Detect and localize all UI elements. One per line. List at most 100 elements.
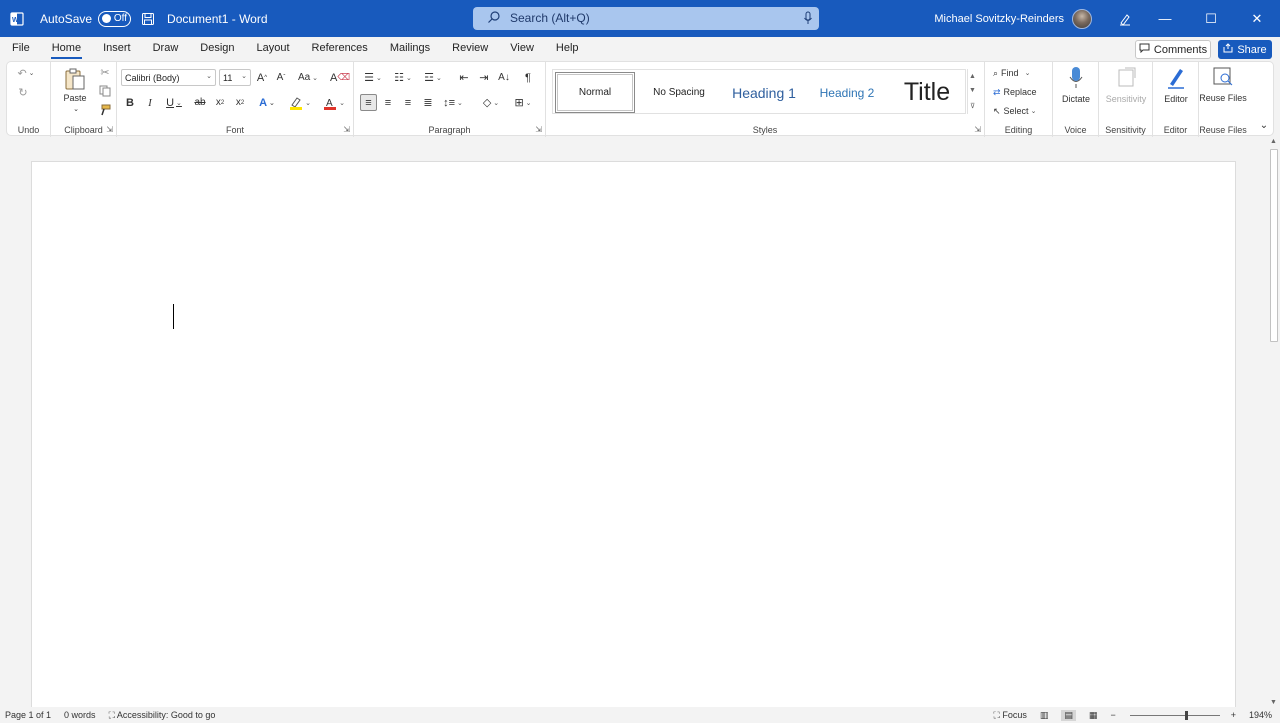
multilevel-list-icon[interactable]: ☲ ⌄ [420,69,446,86]
share-button[interactable]: Share [1218,40,1272,59]
editor-label[interactable]: Editor [1153,94,1199,104]
style-heading-2[interactable]: Heading 2 [807,72,887,113]
italic-icon[interactable]: I [143,94,157,111]
zoom-out-icon[interactable]: − [1110,710,1115,720]
replace-button[interactable]: ⇄ Replace [993,85,1047,99]
tab-draw[interactable]: Draw [142,37,190,60]
paragraph-launcher-icon[interactable]: ⇲ [535,125,542,134]
dictate-label[interactable]: Dictate [1053,94,1099,104]
line-spacing-icon[interactable]: ↕≡ ⌄ [440,94,466,111]
zoom-slider[interactable] [1129,710,1220,720]
cut-icon[interactable]: ✂ [98,65,112,79]
tab-references[interactable]: References [301,37,379,60]
shading-icon[interactable]: ◇ ⌄ [478,94,504,111]
underline-icon[interactable]: U ⌄ [163,94,185,111]
save-icon[interactable] [139,10,157,28]
collapse-ribbon-icon[interactable]: ⌄ [1257,118,1271,132]
clipboard-launcher-icon[interactable]: ⇲ [106,125,113,134]
align-left-icon[interactable]: ≡ [360,94,377,111]
word-app-icon[interactable]: W [0,0,34,37]
style-heading-1[interactable]: Heading 1 [721,72,807,113]
tab-mailings[interactable]: Mailings [379,37,441,60]
bold-icon[interactable]: B [123,94,137,111]
styles-launcher-icon[interactable]: ⇲ [974,125,981,134]
focus-button[interactable]: ⛶ Focus [994,710,1027,721]
select-button[interactable]: ↖ Select ⌄ [993,104,1047,118]
chevron-down-icon[interactable]: ▼ [969,87,976,94]
tab-view[interactable]: View [499,37,545,60]
copy-icon[interactable] [98,84,112,98]
tab-home[interactable]: Home [41,37,92,60]
sort-icon[interactable]: A↓ [496,69,512,86]
document-page[interactable] [31,161,1236,707]
word-count[interactable]: 0 words [64,710,96,720]
accessibility-status[interactable]: ⛶ Accessibility: Good to go [109,710,216,721]
tab-review[interactable]: Review [441,37,499,60]
maximize-button[interactable]: ☐ [1188,0,1234,37]
font-name-combo[interactable]: Calibri (Body) ⌄ [121,69,216,86]
paste-icon[interactable] [63,66,87,92]
redo-icon[interactable]: ↻ [15,84,31,100]
font-color-icon[interactable]: A ⌄ [321,94,347,111]
text-effects-icon[interactable]: A ⌄ [255,94,279,111]
highlight-color-icon[interactable]: ⌄ [287,94,313,111]
reuse-files-icon[interactable] [1211,65,1235,89]
superscript-icon[interactable]: x2 [233,94,247,111]
page-count[interactable]: Page 1 of 1 [5,710,51,720]
styles-gallery-scroll[interactable]: ▲ ▼ ⊽ [967,69,977,114]
user-name[interactable]: Michael Sovitzky-Reinders [934,13,1064,25]
increase-indent-icon[interactable]: ⇥ [476,69,492,86]
zoom-level[interactable]: 194% [1249,710,1272,720]
microphone-icon[interactable] [802,10,814,29]
subscript-icon[interactable]: x2 [213,94,227,111]
change-case-icon[interactable]: Aa ⌄ [295,69,321,86]
justify-icon[interactable]: ≣ [420,94,436,111]
comments-button[interactable]: Comments [1135,40,1211,59]
tab-help[interactable]: Help [545,37,590,60]
reuse-files-label[interactable]: Reuse Files [1199,93,1247,104]
bullets-icon[interactable]: ☰ ⌄ [360,69,386,86]
style-title[interactable]: Title [889,72,965,113]
scroll-down-icon[interactable]: ▼ [1270,699,1277,706]
chevron-up-icon[interactable]: ▲ [969,73,976,80]
undo-icon[interactable]: ↶ ⌄ [16,65,36,81]
tab-design[interactable]: Design [189,37,245,60]
numbering-icon[interactable]: ☷ ⌄ [390,69,416,86]
tab-insert[interactable]: Insert [92,37,142,60]
print-layout-icon[interactable]: ▤ [1061,709,1076,721]
grow-font-icon[interactable]: A ^ [255,69,269,86]
zoom-slider-thumb[interactable] [1184,710,1188,720]
format-painter-icon[interactable] [98,103,112,117]
read-mode-icon[interactable]: ▥ [1040,710,1049,721]
autosave-toggle[interactable]: Off [98,10,132,27]
tab-layout[interactable]: Layout [246,37,301,60]
align-center-icon[interactable]: ≡ [380,94,396,111]
show-formatting-icon[interactable]: ¶ [520,69,536,86]
shrink-font-icon[interactable]: Aˇ [274,69,288,86]
avatar[interactable] [1072,8,1092,29]
scroll-up-icon[interactable]: ▲ [1270,138,1277,145]
editor-icon[interactable] [1165,65,1187,91]
find-button[interactable]: ⌕ Find ⌄ [993,66,1047,80]
paste-label[interactable]: Paste [61,93,89,103]
close-button[interactable]: ✕ [1234,0,1280,37]
borders-icon[interactable]: ⊞ ⌄ [510,94,536,111]
style-normal[interactable]: Normal [555,72,635,113]
scrollbar-thumb[interactable] [1270,149,1278,342]
dictate-microphone-icon[interactable] [1066,65,1086,91]
zoom-in-icon[interactable]: + [1231,710,1236,720]
vertical-scrollbar[interactable]: ▲ ▼ [1268,137,1280,707]
minimize-button[interactable]: — [1142,0,1188,37]
strikethrough-icon[interactable]: ab [193,94,207,111]
decrease-indent-icon[interactable]: ⇤ [456,69,472,86]
paste-dropdown-icon[interactable]: ⌄ [71,105,81,113]
web-layout-icon[interactable]: ▦ [1089,710,1098,721]
more-styles-icon[interactable]: ⊽ [970,102,975,110]
clear-formatting-icon[interactable]: A ⌫ [330,69,350,86]
search-box[interactable]: Search (Alt+Q) [473,7,819,30]
tab-file[interactable]: File [0,37,41,60]
font-size-combo[interactable]: 11 ⌄ [219,69,251,86]
style-no-spacing[interactable]: No Spacing [639,72,719,113]
pen-icon[interactable] [1108,0,1142,37]
align-right-icon[interactable]: ≡ [400,94,416,111]
